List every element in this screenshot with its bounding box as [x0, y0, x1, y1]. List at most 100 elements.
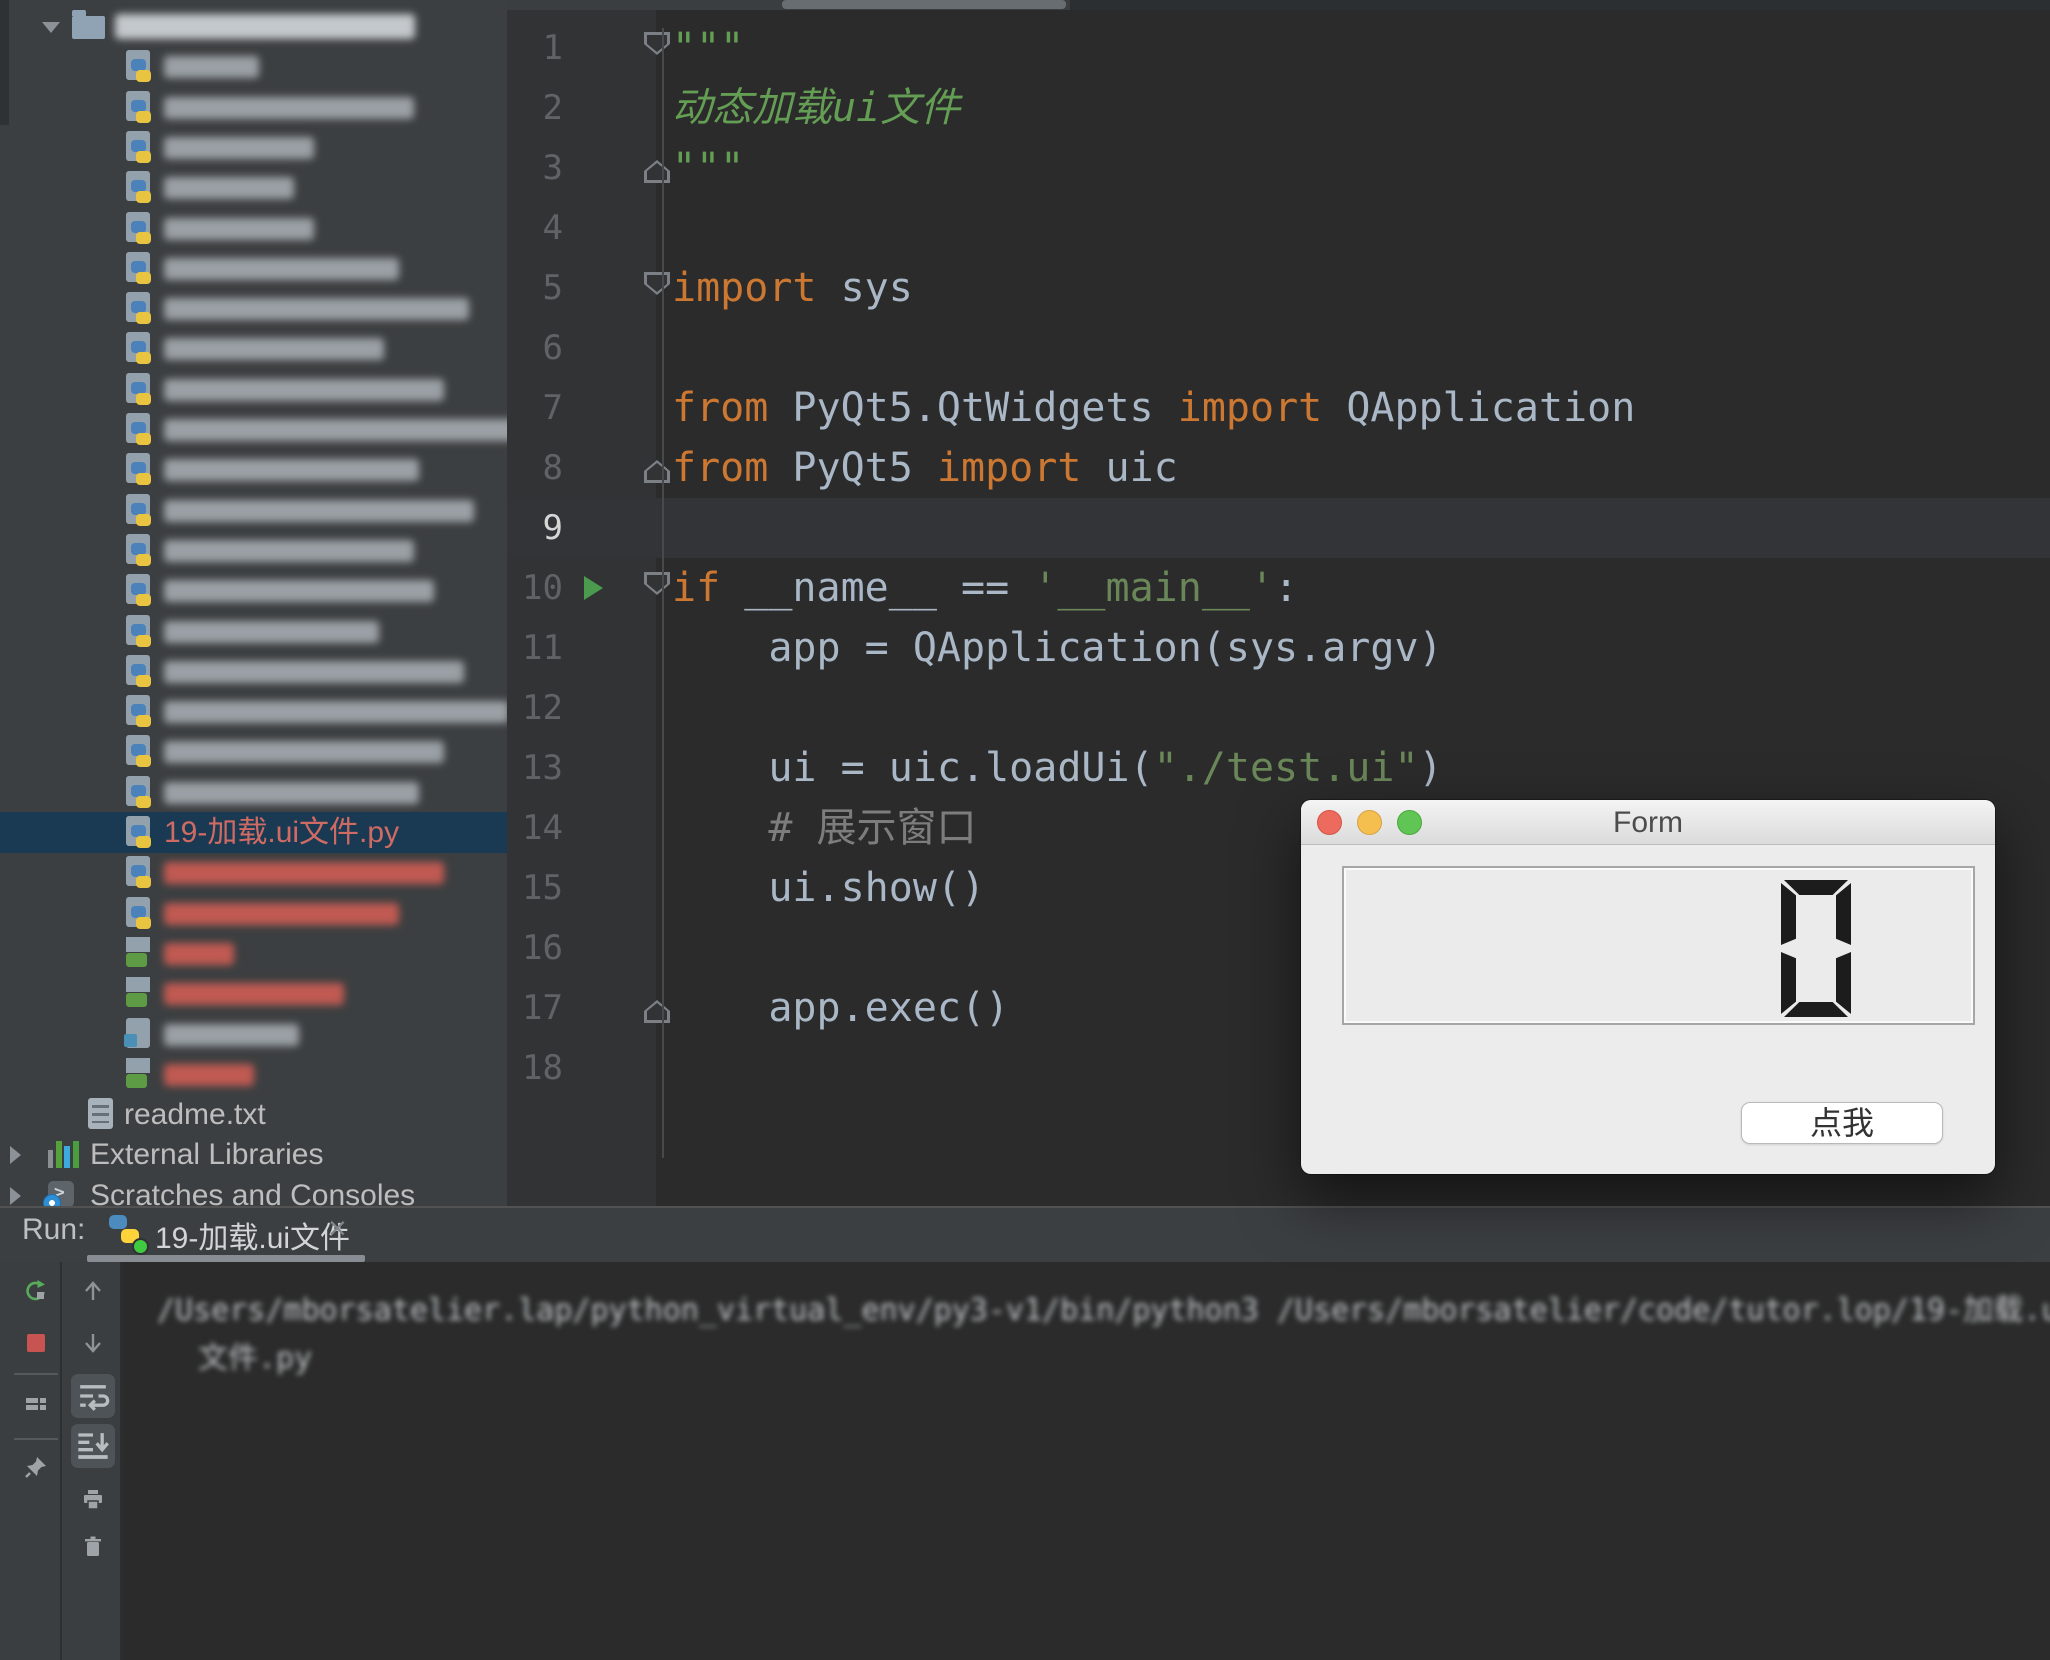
restore-layout-button[interactable] — [24, 1392, 48, 1416]
next-occurrence-button[interactable] — [81, 1331, 105, 1355]
tree-item[interactable] — [0, 570, 507, 611]
obfuscated-tree-label — [115, 14, 415, 39]
prev-occurrence-button[interactable] — [81, 1279, 105, 1303]
tree-item-label: 19-加载.ui文件.py — [164, 816, 400, 849]
code-token: QApplication — [1322, 385, 1636, 431]
close-icon[interactable]: × — [328, 1210, 347, 1247]
click-me-button[interactable]: 点我 — [1741, 1102, 1943, 1144]
tree-item[interactable] — [0, 651, 507, 692]
python-green-icon — [126, 936, 150, 967]
tree-item[interactable] — [0, 46, 507, 87]
chevron-right-icon[interactable] — [10, 1186, 21, 1205]
python-file-icon — [126, 775, 151, 808]
tree-item[interactable] — [0, 852, 507, 893]
line-number: 9 — [542, 508, 563, 548]
fold-marker-icon[interactable] — [644, 460, 670, 483]
code-token: from — [672, 445, 769, 491]
python-file-icon — [126, 251, 151, 284]
tree-item[interactable] — [0, 490, 507, 531]
fold-marker-icon[interactable] — [644, 160, 670, 183]
line-number: 3 — [542, 148, 563, 188]
tree-item[interactable] — [0, 87, 507, 128]
soft-wrap-toggle[interactable] — [71, 1374, 115, 1418]
obfuscated-tree-label — [164, 96, 414, 119]
obfuscated-tree-label — [164, 338, 384, 361]
tree-item[interactable] — [0, 893, 507, 934]
external-libraries-icon — [48, 1141, 79, 1169]
tree-item[interactable] — [0, 208, 507, 249]
obfuscated-tree-label — [164, 419, 507, 441]
code-token: if — [672, 565, 721, 611]
code-line: ui.show() — [672, 858, 985, 918]
run-tab[interactable]: 19-加载.ui文件 — [155, 1213, 350, 1257]
line-number: 11 — [522, 628, 563, 668]
fold-marker-icon[interactable] — [644, 32, 670, 55]
tree-item[interactable] — [0, 611, 507, 652]
toolbar-divider — [14, 1438, 58, 1440]
code-line: app.exec() — [672, 978, 1009, 1038]
code-token: import — [1177, 385, 1323, 431]
code-token: PyQt5.QtWidgets — [768, 385, 1178, 431]
code-token: '__main__' — [1033, 565, 1275, 611]
pin-tab-button[interactable] — [24, 1455, 48, 1479]
fold-guide-line — [662, 28, 664, 1158]
tree-item[interactable] — [0, 1054, 507, 1095]
code-token: app = QApplication(sys.argv) — [672, 625, 1443, 671]
tree-item[interactable] — [0, 409, 507, 450]
tree-item[interactable] — [0, 248, 507, 289]
toolbar-divider — [14, 1373, 58, 1375]
code-line: app = QApplication(sys.argv) — [672, 618, 1443, 678]
chevron-down-icon[interactable] — [42, 22, 60, 33]
code-token: : — [1274, 565, 1299, 611]
obfuscated-tree-label — [164, 701, 507, 724]
form-titlebar[interactable]: Form — [1301, 800, 1995, 845]
tree-item-External Libraries[interactable]: External Libraries — [0, 1134, 507, 1175]
chevron-right-icon[interactable] — [10, 1146, 21, 1165]
fold-marker-icon[interactable] — [644, 272, 670, 295]
tree-item[interactable] — [0, 731, 507, 772]
run-line-icon[interactable] — [584, 576, 603, 600]
tree-item-label: Scratches and Consoles — [90, 1178, 416, 1206]
fold-marker-icon[interactable] — [644, 1000, 670, 1023]
running-indicator-icon — [132, 1238, 149, 1255]
code-token: """ — [672, 145, 745, 191]
line-number: 12 — [522, 688, 563, 728]
doc-blue-icon — [124, 1017, 150, 1048]
tree-item[interactable] — [0, 328, 507, 369]
trash-icon — [85, 1536, 101, 1556]
editor-hscrollbar-thumb[interactable] — [782, 0, 1066, 9]
tree-item[interactable] — [0, 167, 507, 208]
rerun-button[interactable] — [24, 1279, 48, 1303]
tree-item[interactable] — [0, 530, 507, 571]
python-file-icon — [126, 533, 151, 566]
line-number: 2 — [542, 88, 563, 128]
scroll-to-end-icon — [78, 1433, 109, 1459]
tree-item[interactable] — [0, 6, 507, 47]
tree-item[interactable] — [0, 691, 507, 732]
python-file-icon — [126, 211, 151, 244]
print-button[interactable] — [81, 1488, 105, 1512]
tree-item[interactable] — [0, 369, 507, 410]
tree-item[interactable] — [0, 449, 507, 490]
tree-item[interactable] — [0, 772, 507, 813]
obfuscated-tree-label — [164, 1023, 299, 1046]
tree-item[interactable] — [0, 933, 507, 974]
python-file-icon — [126, 493, 151, 526]
tree-item[interactable] — [0, 288, 507, 329]
run-console[interactable]: /Users/mborsatelier.lap/python_virtual_e… — [122, 1262, 2050, 1660]
tree-item[interactable] — [0, 1014, 507, 1055]
code-line: from PyQt5.QtWidgets import QApplication — [672, 378, 1635, 438]
scroll-to-end-toggle[interactable] — [71, 1424, 115, 1468]
line-number: 15 — [522, 868, 563, 908]
tree-item[interactable] — [0, 127, 507, 168]
python-file-icon — [126, 816, 151, 848]
tree-item-19-加载.ui文件.py[interactable]: 19-加载.ui文件.py — [0, 812, 507, 853]
tree-item-readme.txt[interactable]: readme.txt — [0, 1094, 507, 1135]
clear-console-button[interactable] — [81, 1535, 105, 1559]
fold-marker-icon[interactable] — [644, 572, 670, 595]
line-number: 4 — [542, 208, 563, 248]
tree-item[interactable] — [0, 973, 507, 1014]
tree-item-Scratches and Consoles[interactable]: Scratches and Consoles — [0, 1175, 507, 1206]
stop-button[interactable] — [24, 1331, 48, 1355]
python-file-icon — [126, 372, 151, 405]
